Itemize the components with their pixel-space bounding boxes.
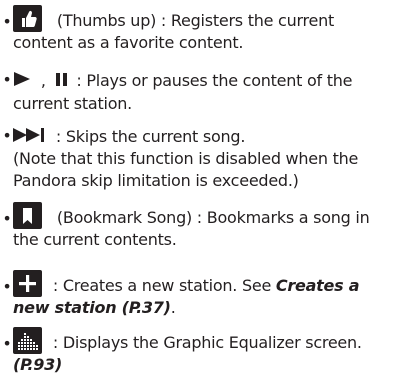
item-line-continued: (P.93) [13,354,62,376]
item-text: (Bookmark Song) : Bookmarks a song in [56,208,370,227]
cross-reference-link[interactable]: Creates a [276,276,360,295]
bookmark-icon [13,202,42,229]
pause-icon [55,70,67,92]
play-icon [13,70,31,92]
item-line: : Displays the Graphic Equalizer screen. [13,327,362,354]
item-line-continued: new station (P.37). [13,297,176,319]
item-text-continued: the current contents. [13,230,177,249]
bullet: • [2,209,12,228]
bullet: • [2,277,12,296]
item-text: : Skips the current song. [55,127,246,146]
period: . [170,298,176,317]
manual-page: • (Thumbs up) : Registers the current co… [0,0,398,379]
item-line: : Skips the current song. [13,126,245,148]
page-reference-link[interactable]: (P.93) [13,355,62,374]
plus-icon [13,270,42,297]
item-text-continued: content as a favorite content. [13,33,244,52]
skip-icon [13,126,47,148]
item-text: (Thumbs up) : Registers the current [56,11,335,30]
separator: , [40,71,46,90]
item-line: (Thumbs up) : Registers the current [13,5,334,32]
item-text: : Displays the Graphic Equalizer screen. [52,333,362,352]
item-text-continued: Pandora skip limitation is exceeded.) [13,171,299,190]
item-line: (Bookmark Song) : Bookmarks a song in [13,202,370,229]
bullet: • [2,12,12,31]
bullet: • [2,334,12,353]
thumbs-up-icon [13,5,42,32]
item-text-continued: current station. [13,94,132,113]
bullet: • [2,70,12,89]
item-line: : Creates a new station. See Creates a [13,270,360,297]
cross-reference-link-continued[interactable]: new station (P.37) [13,298,171,317]
item-text: : Creates a new station. See [52,276,272,295]
item-text-continued: (Note that this function is disabled whe… [13,149,359,168]
bullet: • [2,126,12,145]
item-line: , : Plays or pauses the content of the [13,70,352,92]
item-text: : Plays or pauses the content of the [76,71,353,90]
equalizer-icon [13,327,42,354]
